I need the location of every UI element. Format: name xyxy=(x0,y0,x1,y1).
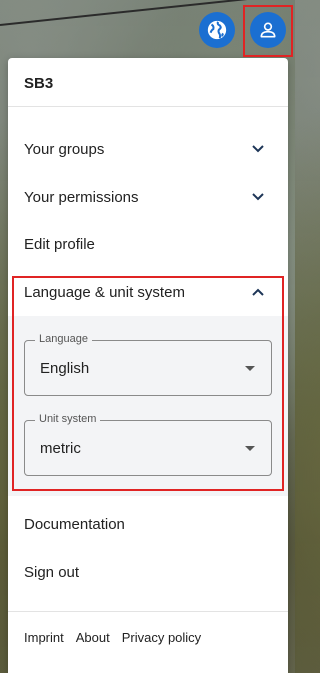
unit-system-select[interactable]: Unit system metric xyxy=(24,413,272,476)
menu-item-sign-out[interactable]: Sign out xyxy=(8,548,288,596)
user-icon xyxy=(260,22,276,38)
menu-item-label: Your groups xyxy=(24,140,105,158)
menu-item-label: Sign out xyxy=(24,563,80,581)
dropdown-arrow-icon xyxy=(245,366,255,371)
menu-item-language-unit-system[interactable]: Language & unit system xyxy=(8,268,288,316)
privacy-policy-link[interactable]: Privacy policy xyxy=(122,630,201,645)
chevron-down-icon xyxy=(252,145,264,153)
divider xyxy=(8,611,288,612)
panel-title: SB3 xyxy=(24,75,54,92)
chevron-down-icon xyxy=(252,193,264,201)
language-globe-button[interactable] xyxy=(199,12,235,48)
language-select[interactable]: Language English xyxy=(24,333,272,396)
language-unit-section: Language English Unit system metric xyxy=(8,316,288,496)
language-select-label: Language xyxy=(35,333,92,345)
dropdown-arrow-icon xyxy=(245,446,255,451)
footer-links: Imprint About Privacy policy xyxy=(24,630,201,645)
user-menu-panel: SB3 Your groups Your permissions Edit pr… xyxy=(8,58,288,673)
unit-system-select-value: metric xyxy=(40,440,81,457)
menu-item-label: Documentation xyxy=(24,515,125,533)
menu-item-label: Language & unit system xyxy=(24,283,185,301)
about-link[interactable]: About xyxy=(76,630,110,645)
globe-icon xyxy=(207,20,227,40)
menu-item-your-groups[interactable]: Your groups xyxy=(8,125,288,173)
unit-system-select-label: Unit system xyxy=(35,413,101,425)
imprint-link[interactable]: Imprint xyxy=(24,630,64,645)
menu-item-label: Your permissions xyxy=(24,188,139,206)
menu-item-documentation[interactable]: Documentation xyxy=(8,500,288,548)
divider xyxy=(8,106,288,107)
menu-item-your-permissions[interactable]: Your permissions xyxy=(8,173,288,221)
chevron-up-icon xyxy=(252,288,264,296)
menu-item-label: Edit profile xyxy=(24,235,95,253)
user-menu-button[interactable] xyxy=(250,12,286,48)
language-select-value: English xyxy=(40,360,90,377)
menu-item-edit-profile[interactable]: Edit profile xyxy=(8,220,288,268)
